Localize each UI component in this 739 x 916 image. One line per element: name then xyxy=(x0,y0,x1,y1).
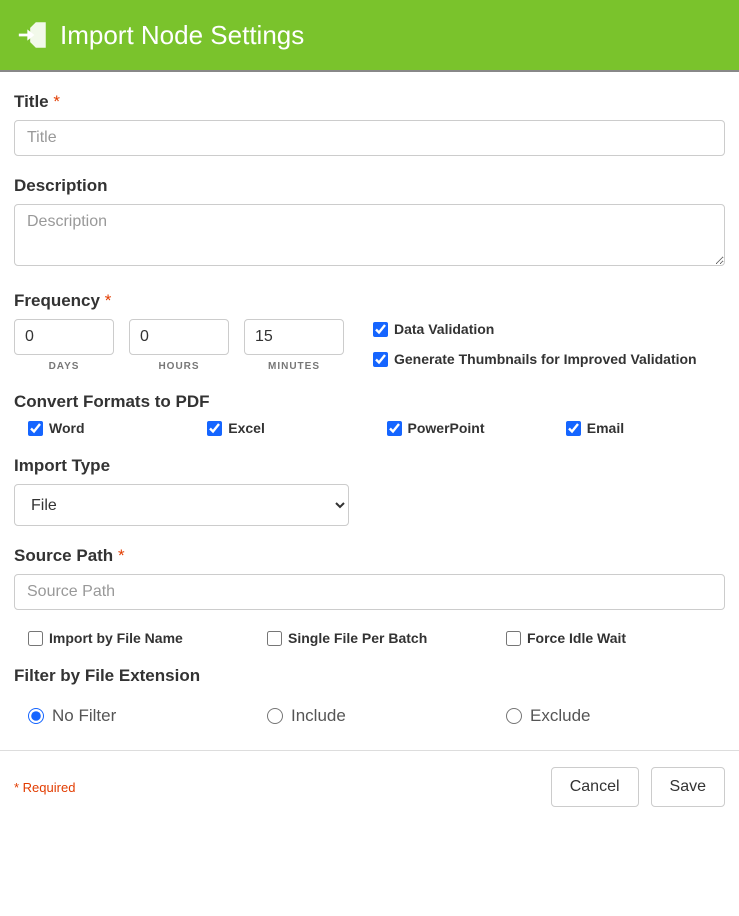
email-text: Email xyxy=(587,420,624,436)
description-textarea[interactable] xyxy=(14,204,725,266)
formats-row: Word Excel PowerPoint Email xyxy=(14,420,725,436)
hours-unit: HOURS xyxy=(158,361,199,372)
import-by-filename-checkbox[interactable] xyxy=(28,631,43,646)
required-star: * xyxy=(105,291,112,310)
source-path-group: Source Path * xyxy=(14,546,725,610)
include-text: Include xyxy=(291,706,346,726)
convert-formats-label: Convert Formats to PDF xyxy=(14,392,725,412)
powerpoint-checkbox[interactable] xyxy=(387,421,402,436)
dialog-footer: * Required Cancel Save xyxy=(0,750,739,823)
required-star: * xyxy=(118,546,125,565)
hours-input[interactable] xyxy=(129,319,229,355)
frequency-field-group: Frequency * DAYS HOURS MINUTES xyxy=(14,291,725,372)
excel-text: Excel xyxy=(228,420,265,436)
frequency-label: Frequency * xyxy=(14,291,725,311)
word-option[interactable]: Word xyxy=(28,420,187,436)
no-filter-radio[interactable] xyxy=(28,708,44,724)
single-file-checkbox[interactable] xyxy=(267,631,282,646)
source-path-label: Source Path * xyxy=(14,546,725,566)
frequency-label-text: Frequency xyxy=(14,291,100,310)
form-body: Title * Description Frequency * DAYS HOU… xyxy=(0,72,739,726)
frequency-inputs: DAYS HOURS MINUTES xyxy=(14,319,344,372)
title-field-group: Title * xyxy=(14,92,725,156)
filter-extension-group: Filter by File Extension No Filter Inclu… xyxy=(14,666,725,726)
single-file-text: Single File Per Batch xyxy=(288,630,427,646)
import-options-row: Import by File Name Single File Per Batc… xyxy=(14,630,725,646)
gen-thumbnails-option[interactable]: Generate Thumbnails for Improved Validat… xyxy=(373,351,697,367)
convert-formats-group: Convert Formats to PDF Word Excel PowerP… xyxy=(14,392,725,436)
data-validation-checkbox[interactable] xyxy=(373,322,388,337)
excel-checkbox[interactable] xyxy=(207,421,222,436)
import-type-select[interactable]: File xyxy=(14,484,349,526)
days-unit: DAYS xyxy=(49,361,80,372)
powerpoint-option[interactable]: PowerPoint xyxy=(387,420,546,436)
word-text: Word xyxy=(49,420,85,436)
exclude-text: Exclude xyxy=(530,706,590,726)
import-options-group: Import by File Name Single File Per Batc… xyxy=(14,630,725,646)
minutes-unit: MINUTES xyxy=(268,361,320,372)
gen-thumbnails-checkbox[interactable] xyxy=(373,352,388,367)
footer-buttons: Cancel Save xyxy=(551,767,725,807)
cancel-button[interactable]: Cancel xyxy=(551,767,639,807)
import-by-filename-option[interactable]: Import by File Name xyxy=(28,630,247,646)
description-field-group: Description xyxy=(14,176,725,271)
include-option[interactable]: Include xyxy=(267,706,486,726)
gen-thumbnails-text: Generate Thumbnails for Improved Validat… xyxy=(394,351,697,367)
no-filter-text: No Filter xyxy=(52,706,116,726)
include-radio[interactable] xyxy=(267,708,283,724)
source-path-label-text: Source Path xyxy=(14,546,113,565)
email-checkbox[interactable] xyxy=(566,421,581,436)
no-filter-option[interactable]: No Filter xyxy=(28,706,247,726)
import-by-filename-text: Import by File Name xyxy=(49,630,183,646)
force-idle-text: Force Idle Wait xyxy=(527,630,626,646)
dialog-header: Import Node Settings xyxy=(0,0,739,72)
source-path-input[interactable] xyxy=(14,574,725,610)
minutes-group: MINUTES xyxy=(244,319,344,372)
excel-option[interactable]: Excel xyxy=(207,420,366,436)
minutes-input[interactable] xyxy=(244,319,344,355)
import-icon xyxy=(16,18,50,52)
required-note: * Required xyxy=(14,780,75,795)
frequency-row: DAYS HOURS MINUTES Data Validation xyxy=(14,319,725,372)
powerpoint-text: PowerPoint xyxy=(408,420,485,436)
exclude-option[interactable]: Exclude xyxy=(506,706,725,726)
days-group: DAYS xyxy=(14,319,114,372)
data-validation-option[interactable]: Data Validation xyxy=(373,321,697,337)
save-button[interactable]: Save xyxy=(651,767,725,807)
title-label: Title * xyxy=(14,92,725,112)
import-type-label: Import Type xyxy=(14,456,725,476)
force-idle-option[interactable]: Force Idle Wait xyxy=(506,630,725,646)
filter-radio-row: No Filter Include Exclude xyxy=(14,694,725,726)
title-label-text: Title xyxy=(14,92,49,111)
email-option[interactable]: Email xyxy=(566,420,725,436)
data-validation-text: Data Validation xyxy=(394,321,494,337)
word-checkbox[interactable] xyxy=(28,421,43,436)
title-input[interactable] xyxy=(14,120,725,156)
dialog-title: Import Node Settings xyxy=(60,20,304,51)
force-idle-checkbox[interactable] xyxy=(506,631,521,646)
import-type-group: Import Type File xyxy=(14,456,725,526)
required-star: * xyxy=(53,92,60,111)
filter-extension-label: Filter by File Extension xyxy=(14,666,725,686)
description-label: Description xyxy=(14,176,725,196)
days-input[interactable] xyxy=(14,319,114,355)
single-file-option[interactable]: Single File Per Batch xyxy=(267,630,486,646)
hours-group: HOURS xyxy=(129,319,229,372)
frequency-checks: Data Validation Generate Thumbnails for … xyxy=(373,319,697,367)
exclude-radio[interactable] xyxy=(506,708,522,724)
